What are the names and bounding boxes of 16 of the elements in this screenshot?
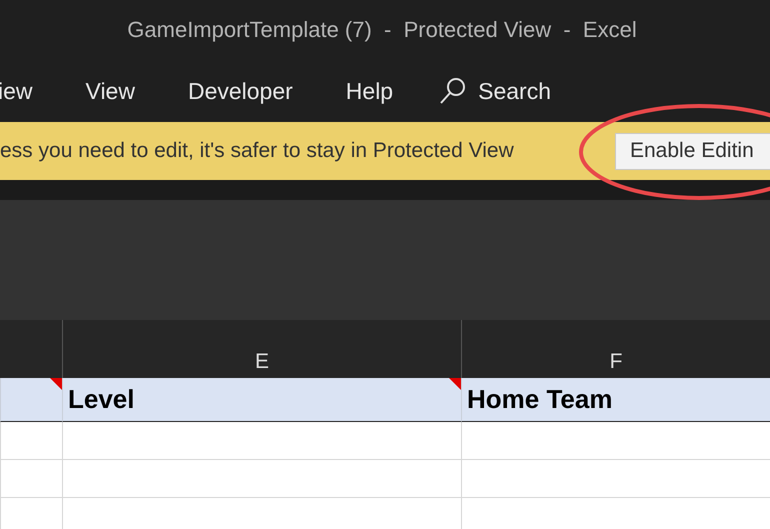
table-cell bbox=[0, 498, 62, 529]
table-cell bbox=[0, 460, 62, 498]
enable-editing-button[interactable]: Enable Editin bbox=[615, 132, 770, 170]
ribbon-tab[interactable]: Help bbox=[346, 78, 394, 104]
search-button[interactable]: Search bbox=[438, 76, 551, 106]
search-icon bbox=[440, 78, 466, 104]
message-text: ess you need to edit, it's safer to stay in Protected View bbox=[0, 139, 515, 163]
column-header[interactable] bbox=[0, 320, 62, 378]
ribbon-tab[interactable]: Developer bbox=[188, 78, 293, 104]
table-cell: Home Team bbox=[461, 378, 770, 422]
ribbon-tab[interactable]: View bbox=[86, 78, 135, 104]
table-cell bbox=[0, 422, 62, 460]
column-header[interactable]: E bbox=[62, 320, 461, 378]
window-title: GameImportTemplate (7) - Protected View - Excel bbox=[127, 17, 637, 43]
table-cell: Level bbox=[62, 378, 461, 422]
column-header[interactable]: F bbox=[461, 320, 770, 378]
